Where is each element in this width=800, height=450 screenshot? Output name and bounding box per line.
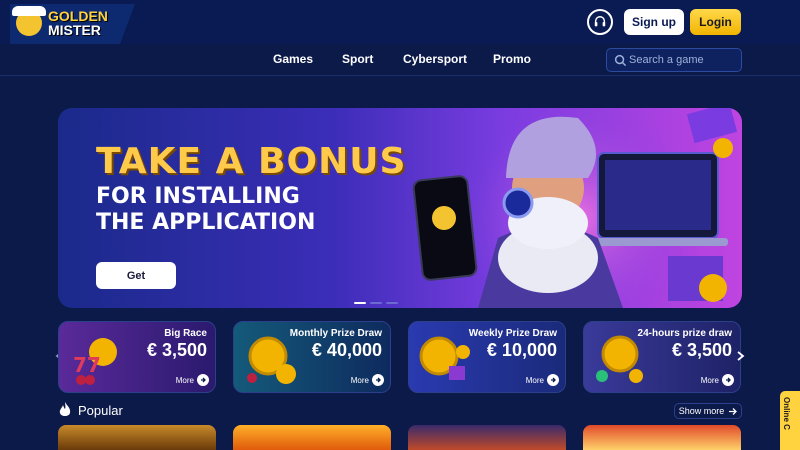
top-bar: GOLDEN MISTER Sign up Login	[0, 0, 800, 44]
game-tile[interactable]	[583, 425, 741, 450]
search-input[interactable]	[629, 51, 737, 69]
fire-icon	[59, 402, 71, 416]
arrow-right-circle-icon	[547, 374, 559, 386]
promo-card-monthly-draw[interactable]: Monthly Prize Draw € 40,000 More	[233, 321, 391, 393]
brand-line2: MISTER	[48, 22, 101, 38]
promo-more-label: More	[350, 375, 369, 385]
search-box[interactable]	[606, 48, 742, 72]
show-more-label: Show more	[678, 406, 725, 416]
get-bonus-button[interactable]: Get	[96, 262, 176, 289]
banner-title: TAKE A BONUS	[96, 141, 407, 182]
promo-title: Big Race	[164, 328, 207, 339]
login-button[interactable]: Login	[690, 9, 741, 35]
promo-more-label: More	[525, 375, 544, 385]
popular-section-title: Popular	[78, 403, 123, 418]
carousel-dot[interactable]	[386, 302, 398, 304]
arrow-right-circle-icon	[722, 374, 734, 386]
promo-more-label: More	[175, 375, 194, 385]
show-more-button[interactable]: Show more	[674, 403, 742, 419]
promo-more-link[interactable]: More	[176, 374, 209, 386]
hat-icon	[12, 6, 46, 16]
carousel-dot[interactable]	[370, 302, 382, 304]
wizard-illustration	[412, 108, 738, 308]
game-tile[interactable]	[233, 425, 391, 450]
promo-more-label: More	[700, 375, 719, 385]
promo-title: Weekly Prize Draw	[468, 328, 557, 339]
gold-coins-icon	[419, 336, 470, 380]
support-button[interactable]	[587, 9, 613, 35]
nav-item-games[interactable]: Games	[273, 52, 313, 66]
brand-logo[interactable]: GOLDEN MISTER	[10, 4, 135, 44]
promo-title: 24-hours prize draw	[637, 328, 732, 339]
promo-more-link[interactable]: More	[351, 374, 384, 386]
hero-banner[interactable]: TAKE A BONUS FOR INSTALLING THE APPLICAT…	[58, 108, 742, 308]
arrow-right-icon	[729, 407, 738, 415]
signup-button[interactable]: Sign up	[624, 9, 684, 35]
banner-subtitle-line1: FOR INSTALLING	[96, 184, 300, 209]
promo-title: Monthly Prize Draw	[289, 328, 382, 339]
nav-item-promo[interactable]: Promo	[493, 52, 531, 66]
brand-wordmark: GOLDEN MISTER	[48, 9, 108, 37]
promo-card-24h-draw[interactable]: 24-hours prize draw € 3,500 More	[583, 321, 741, 393]
promo-amount: € 3,500	[671, 340, 732, 360]
arrow-right-circle-icon	[372, 374, 384, 386]
promo-amount: € 10,000	[486, 340, 557, 360]
nav-item-sport[interactable]: Sport	[342, 52, 373, 66]
arrow-right-circle-icon	[197, 374, 209, 386]
main-nav: Games Sport Cybersport Promo	[0, 44, 800, 76]
game-tile[interactable]	[58, 425, 216, 450]
promo-amount: € 40,000	[311, 340, 382, 360]
promo-card-weekly-draw[interactable]: Weekly Prize Draw € 10,000 More	[408, 321, 566, 393]
online-chat-label: Online C	[782, 397, 791, 430]
search-icon	[614, 54, 627, 67]
brand-line1: GOLDEN	[48, 8, 108, 24]
promo-amount: € 3,500	[146, 340, 207, 360]
nav-item-cybersport[interactable]: Cybersport	[403, 52, 467, 66]
promo-more-link[interactable]: More	[701, 374, 734, 386]
banner-subtitle-line2: THE APPLICATION	[96, 210, 316, 235]
banner-subtitle: FOR INSTALLING THE APPLICATION	[96, 184, 326, 236]
arrow-right-icon[interactable]	[734, 350, 746, 362]
svg-text:77: 77	[73, 353, 101, 377]
online-chat-tab[interactable]: Online C	[780, 391, 800, 450]
carousel-dots	[354, 302, 414, 305]
slot-777-icon: 77	[73, 338, 117, 385]
game-tile[interactable]	[408, 425, 566, 450]
promo-more-link[interactable]: More	[526, 374, 559, 386]
carousel-dot[interactable]	[354, 302, 366, 304]
headset-icon	[594, 16, 606, 27]
promo-card-big-race[interactable]: 77 Big Race € 3,500 More	[58, 321, 216, 393]
